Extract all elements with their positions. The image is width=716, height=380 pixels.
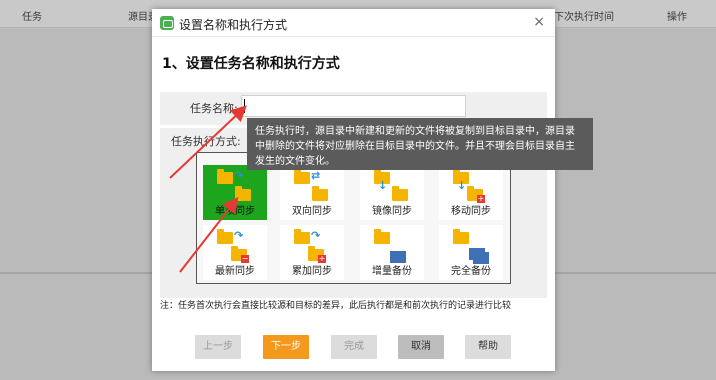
- mode-latest-sync[interactable]: ↷ − 最新同步: [203, 225, 267, 280]
- task-setup-dialog: 设置名称和执行方式 × 1、设置任务名称和执行方式 任务名称: 任务执行方式: …: [152, 9, 555, 371]
- source-folder-icon: [294, 229, 310, 244]
- mode-label-text: 双向同步: [292, 206, 332, 217]
- source-folder-icon: [294, 169, 310, 184]
- step-heading: 1、设置任务名称和执行方式: [162, 56, 340, 72]
- mode-one-way-sync[interactable]: ↷ 单项同步: [203, 165, 267, 220]
- mode-cumulative-sync[interactable]: ↷ + 累加同步: [280, 225, 344, 280]
- mode-label-text: 镜像同步: [372, 206, 412, 217]
- mode-label-text: 最新同步: [215, 266, 255, 277]
- mode-move-sync[interactable]: ↓ + 移动同步: [439, 165, 503, 220]
- column-header-actions: 操作: [667, 12, 687, 23]
- sync-arrow-icon: ↷: [311, 229, 321, 242]
- down-arrow-icon: ↓: [378, 179, 388, 192]
- mode-full-backup[interactable]: 完全备份: [439, 225, 503, 280]
- column-header-next-run: 下次执行时间: [554, 12, 614, 23]
- mode-two-way-sync[interactable]: ⇄ 双向同步: [280, 165, 344, 220]
- target-folder-icon: [312, 186, 328, 201]
- help-button[interactable]: 帮助: [465, 335, 511, 359]
- app-icon: [160, 16, 174, 30]
- mode-label-text: 完全备份: [451, 266, 491, 277]
- mode-mirror-sync[interactable]: ↓ 镜像同步: [360, 165, 424, 220]
- down-arrow-icon: ↓: [457, 179, 467, 192]
- dialog-title: 设置名称和执行方式: [179, 18, 288, 32]
- sync-arrow-icon: ↷: [234, 229, 244, 242]
- text-caret: [244, 99, 245, 113]
- two-way-arrow-icon: ⇄: [311, 169, 321, 182]
- column-header-task: 任务: [22, 12, 42, 23]
- tooltip-line: 任务执行时，源目录中新建和更新的文件将被复制到目标目录中，源目录: [255, 126, 575, 137]
- source-folder-icon: [217, 229, 233, 244]
- execution-mode-grid: ↷ 单项同步 ⇄ 双向同步 ↓ 镜像同步 ↓ + 移动同步 ↷ − 最新同步 ↷…: [196, 152, 511, 284]
- target-folder-icon: [392, 186, 408, 201]
- tooltip-line: 发生的文件变化。: [255, 156, 335, 167]
- mode-label-text: 移动同步: [451, 206, 491, 217]
- next-button[interactable]: 下一步: [263, 335, 309, 359]
- mode-label-text: 累加同步: [292, 266, 332, 277]
- mode-label-text: 单项同步: [215, 206, 255, 217]
- source-folder-icon: [217, 169, 233, 184]
- mode-description-tooltip: 任务执行时，源目录中新建和更新的文件将被复制到目标目录中，源目录 中删除的文件将…: [247, 118, 593, 170]
- tooltip-line: 中删除的文件将对应删除在目标目录中的文件。并且不理会目标目录自主: [255, 141, 575, 152]
- task-name-input[interactable]: [241, 95, 466, 117]
- mode-incremental-backup[interactable]: 增量备份: [360, 225, 424, 280]
- cancel-button[interactable]: 取消: [398, 335, 444, 359]
- dialog-titlebar: 设置名称和执行方式 ×: [152, 9, 555, 37]
- close-icon[interactable]: ×: [533, 14, 545, 30]
- task-name-label: 任务名称:: [190, 102, 238, 115]
- finish-button[interactable]: 完成: [331, 335, 377, 359]
- mode-label-text: 增量备份: [372, 266, 412, 277]
- first-run-note: 注：任务首次执行会直接比较源和目标的差异，此后执行都是和前次执行的记录进行比较: [160, 301, 512, 311]
- source-folder-icon: [374, 229, 390, 244]
- target-folder-icon: [235, 186, 251, 201]
- source-folder-icon: [453, 229, 469, 244]
- sync-arrow-icon: ↷: [234, 169, 244, 182]
- prev-button[interactable]: 上一步: [195, 335, 241, 359]
- execution-mode-label: 任务执行方式:: [171, 135, 241, 148]
